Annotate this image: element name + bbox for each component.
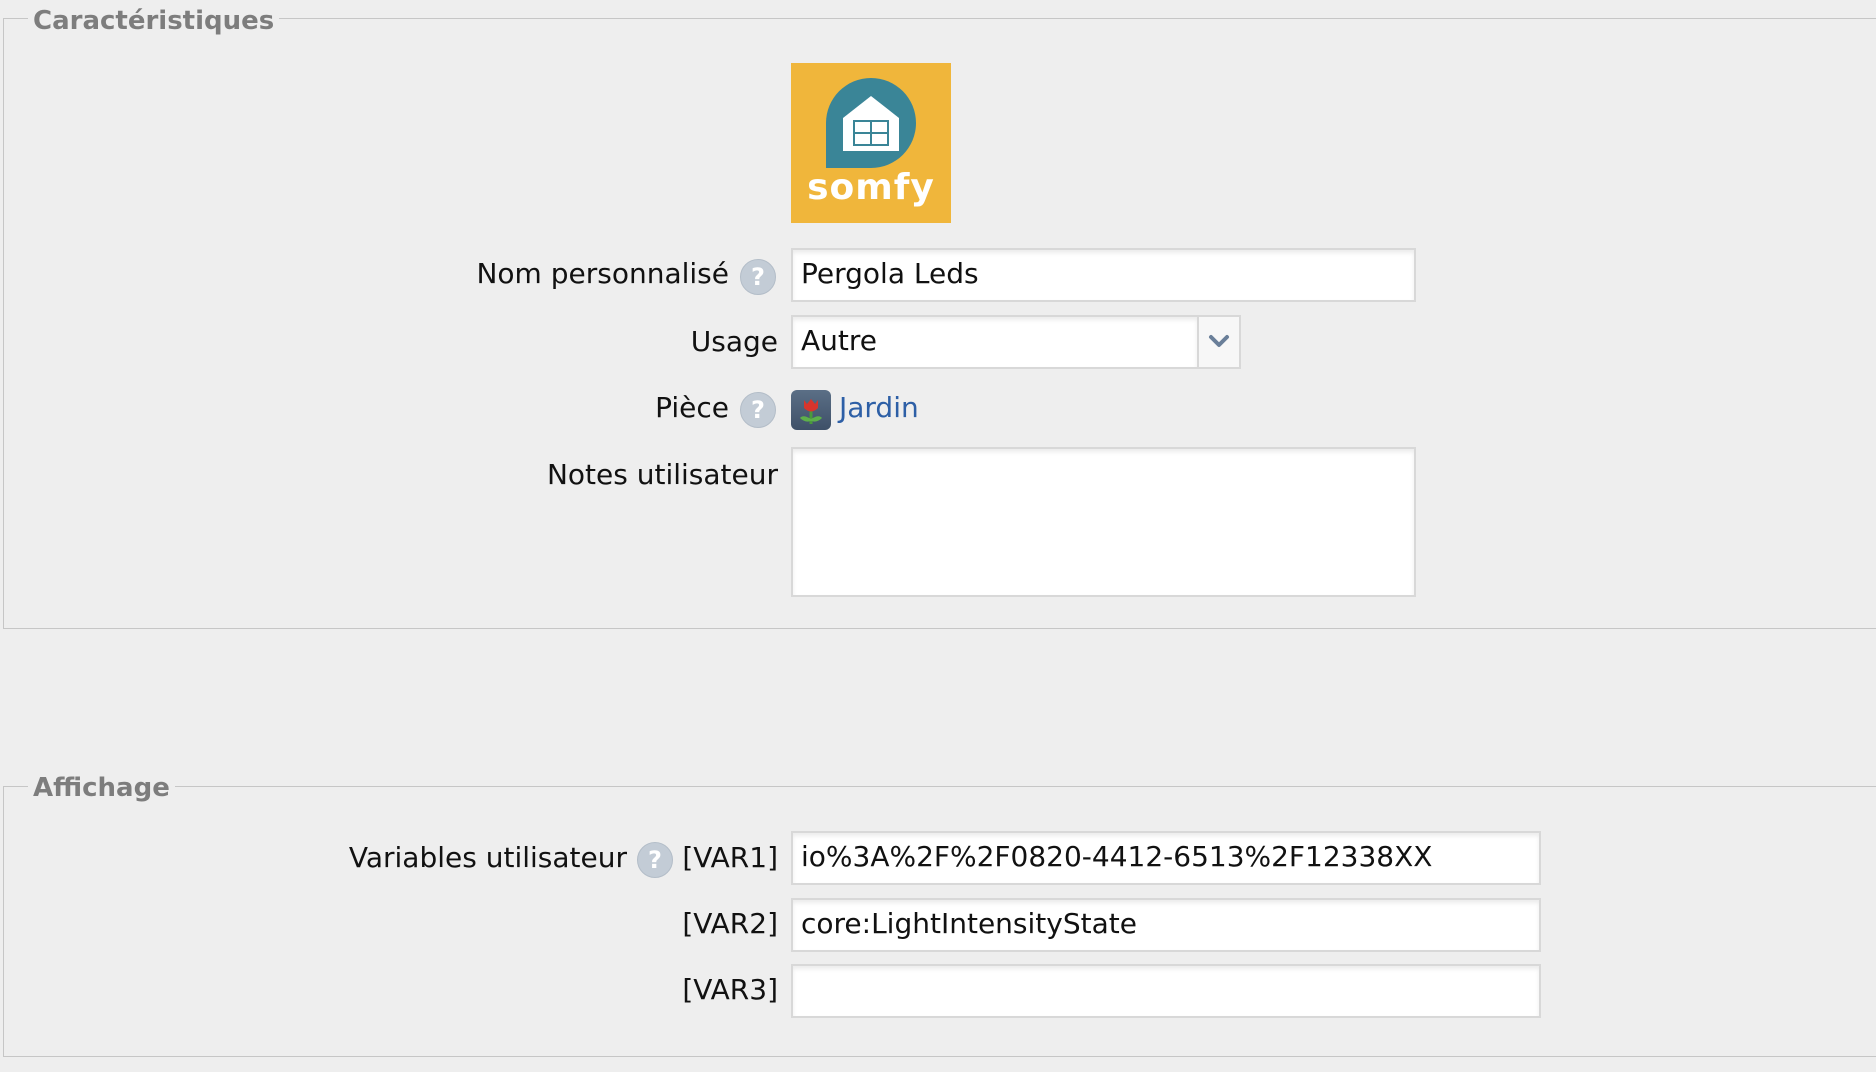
piece-link-jardin[interactable]: Jardin [839,388,919,428]
notes-utilisateur-label: Notes utilisateur [546,458,778,491]
chevron-down-icon [1209,335,1229,347]
help-icon[interactable]: ? [740,259,776,295]
help-icon[interactable]: ? [740,392,776,428]
garden-flower-icon [791,390,831,430]
var1-label: [VAR1] [682,841,778,874]
var3-input[interactable] [791,964,1541,1018]
nom-personnalise-input[interactable]: Pergola Leds [791,248,1416,302]
var1-input[interactable]: io%3A%2F%2F0820-4412-6513%2F12338XX [791,831,1541,885]
var2-label: [VAR2] [682,907,778,940]
usage-select[interactable]: Autre [791,315,1199,369]
var2-input[interactable]: core:LightIntensityState [791,898,1541,952]
nom-personnalise-label: Nom personnalisé [476,257,729,290]
affichage-legend: Affichage [28,772,175,804]
somfy-logo-text: somfy [807,167,935,208]
help-icon[interactable]: ? [637,842,673,878]
notes-utilisateur-textarea[interactable] [791,447,1416,597]
somfy-logo: somfy [791,63,951,223]
var3-label: [VAR3] [682,973,778,1006]
usage-select-arrow[interactable] [1197,315,1241,369]
caracteristiques-legend: Caractéristiques [28,5,280,37]
variables-utilisateur-label: Variables utilisateur [348,841,627,874]
usage-label: Usage [690,325,778,358]
piece-label: Pièce [655,391,729,424]
